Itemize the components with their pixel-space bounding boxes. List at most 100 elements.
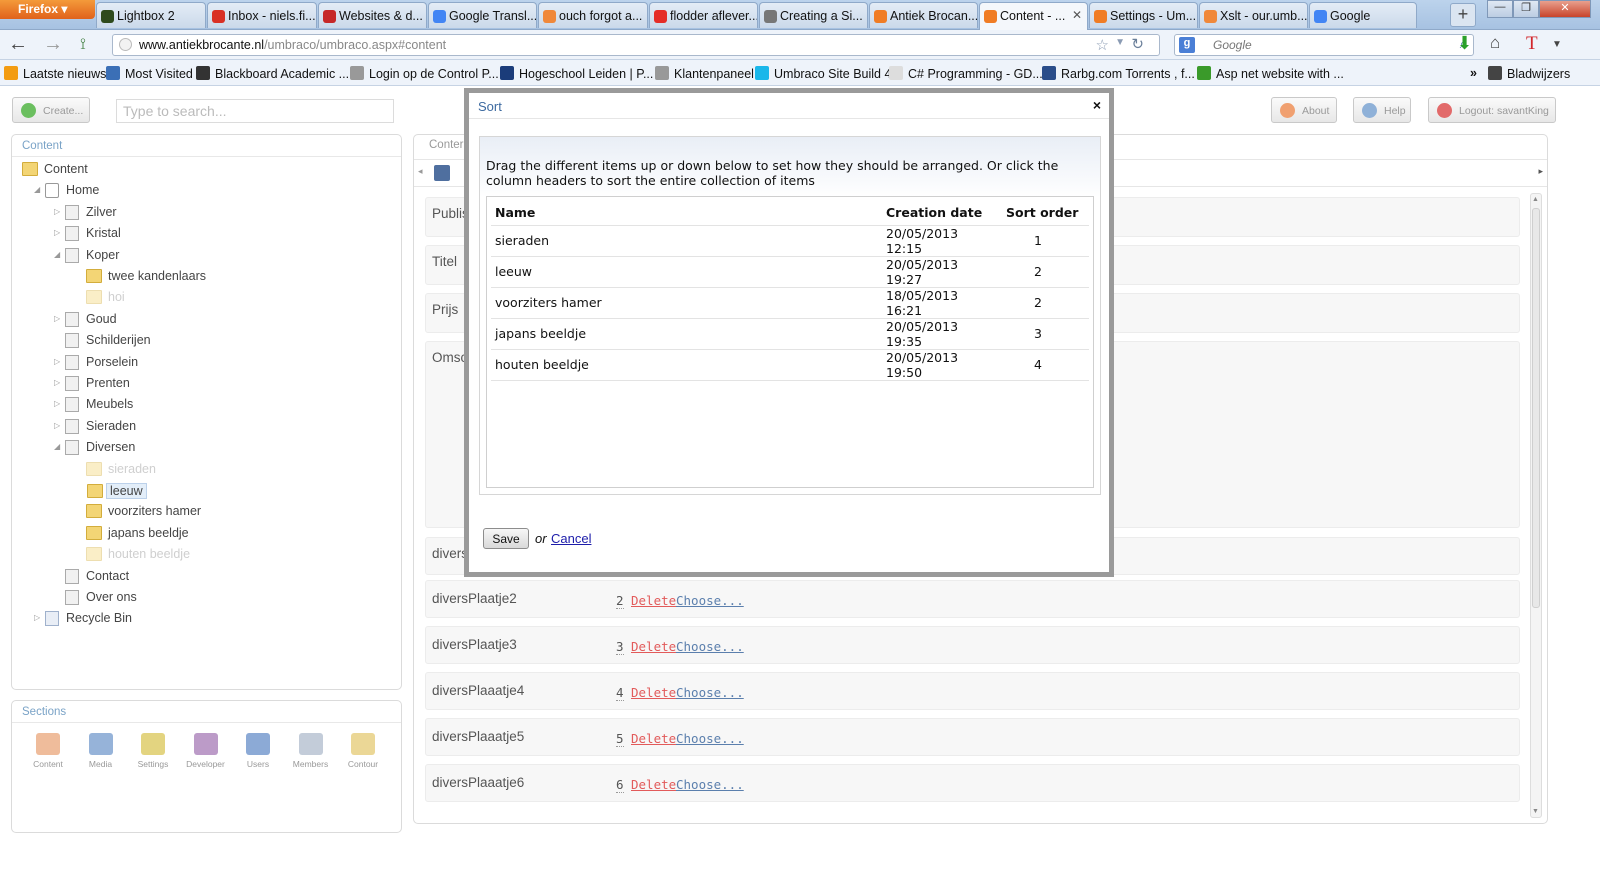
sort-row[interactable]: leeuw 20/05/2013 19:27 2 xyxy=(491,256,1089,288)
browser-tab[interactable]: Content - ... ✕ xyxy=(979,2,1088,30)
collapse-arrow-icon[interactable]: ◢ xyxy=(54,250,60,259)
bookmark-star-icon[interactable]: ☆ xyxy=(1096,36,1109,54)
tree-node[interactable]: ◢ Koper xyxy=(54,247,119,263)
choose-link[interactable]: Choose... xyxy=(676,593,744,608)
tree-node[interactable]: ▷ Meubels xyxy=(54,397,133,413)
choose-link[interactable]: Choose... xyxy=(676,639,744,654)
sort-row[interactable]: voorziters hamer 18/05/2013 16:21 2 xyxy=(491,287,1089,319)
expand-arrow-icon[interactable]: ▷ xyxy=(54,378,60,387)
expand-arrow-icon[interactable]: ▷ xyxy=(54,207,60,216)
bookmark-item[interactable]: Umbraco Site Build 4 xyxy=(755,66,891,81)
tree-node[interactable]: sieraden xyxy=(86,461,156,476)
bookmark-item[interactable]: C# Programming - GD... xyxy=(889,66,1043,81)
browser-tab[interactable]: Creating a Si... xyxy=(759,2,868,28)
sort-row[interactable]: houten beeldje 20/05/2013 19:50 4 xyxy=(491,349,1089,381)
close-dialog-button[interactable]: × xyxy=(1093,97,1101,113)
expand-arrow-icon[interactable]: ▷ xyxy=(54,421,60,430)
logout-button[interactable]: Logout: savantKing xyxy=(1428,97,1556,123)
bookmark-item[interactable]: Blackboard Academic ... xyxy=(196,66,349,81)
site-identity-icon[interactable] xyxy=(119,38,132,51)
scroll-left-icon[interactable]: ◂ xyxy=(418,166,423,177)
delete-link[interactable]: Delete xyxy=(631,731,676,746)
expand-arrow-icon[interactable]: ▷ xyxy=(34,613,40,622)
scroll-right-icon[interactable]: ▸ xyxy=(1538,166,1543,177)
browser-tab[interactable]: ouch forgot a... xyxy=(538,2,648,28)
history-dropdown-icon[interactable]: ▼ xyxy=(1115,37,1125,48)
choose-link[interactable]: Choose... xyxy=(676,777,744,792)
tree-node[interactable]: ▷ Recycle Bin xyxy=(34,611,132,627)
bookmark-item[interactable]: Asp net website with ... xyxy=(1197,66,1344,81)
sort-row[interactable]: japans beeldje 20/05/2013 19:35 3 xyxy=(491,318,1089,350)
addon-t-icon[interactable]: T xyxy=(1526,33,1538,55)
cancel-link[interactable]: Cancel xyxy=(551,531,591,546)
tree-node[interactable]: houten beeldje xyxy=(86,547,190,562)
close-tab-icon[interactable]: ✕ xyxy=(1072,8,1082,22)
delete-link[interactable]: Delete xyxy=(631,685,676,700)
addon-icon[interactable]: ⟟ xyxy=(80,36,86,54)
section-developer[interactable]: Developer xyxy=(180,733,232,769)
search-engine-box[interactable]: g Google ⌕ xyxy=(1174,34,1474,56)
home-icon[interactable]: ⌂ xyxy=(1490,33,1500,53)
bookmark-item[interactable]: Hogeschool Leiden | P... xyxy=(500,66,653,81)
reload-icon[interactable]: ↻ xyxy=(1131,35,1144,53)
save-sort-button[interactable]: Save xyxy=(483,528,529,549)
tree-node[interactable]: ▷ Porselein xyxy=(54,354,138,370)
browser-tab[interactable]: Lightbox 2 xyxy=(96,2,206,28)
bookmark-item[interactable]: Login op de Control P... xyxy=(350,66,499,81)
firefox-menu-button[interactable]: Firefox ▾ xyxy=(0,0,95,19)
delete-link[interactable]: Delete xyxy=(631,777,676,792)
tree-node[interactable]: Over ons xyxy=(65,590,137,605)
forward-icon[interactable]: → xyxy=(43,33,63,56)
tree-node[interactable]: ▷ Zilver xyxy=(54,204,117,220)
section-contour[interactable]: Contour xyxy=(337,733,389,769)
toolbar-menu-icon[interactable]: ▼ xyxy=(1552,39,1562,50)
expand-arrow-icon[interactable]: ▷ xyxy=(54,228,60,237)
tree-node[interactable]: ▷ Sieraden xyxy=(54,418,136,434)
browser-tab[interactable]: Inbox - niels.fi... xyxy=(207,2,317,28)
save-icon[interactable] xyxy=(434,165,450,181)
browser-tab[interactable]: Antiek Brocan... xyxy=(869,2,978,28)
tree-node[interactable]: twee kandenlaars xyxy=(86,269,206,283)
delete-link[interactable]: Delete xyxy=(631,593,676,608)
section-media[interactable]: Media xyxy=(75,733,127,769)
new-tab-button[interactable]: + xyxy=(1450,3,1476,27)
tree-node[interactable]: hoi xyxy=(86,290,125,305)
scrollbar-thumb[interactable] xyxy=(1532,208,1540,608)
bookmark-item[interactable]: Most Visited xyxy=(106,66,193,81)
section-users[interactable]: Users xyxy=(232,733,284,769)
back-icon[interactable]: ← xyxy=(8,33,28,56)
browser-tab[interactable]: Settings - Um... xyxy=(1089,2,1198,28)
bookmark-item[interactable]: Klantenpaneel xyxy=(655,66,754,81)
bookmark-item[interactable]: Rarbg.com Torrents , f... xyxy=(1042,66,1195,81)
column-header-creation-date[interactable]: Creation date xyxy=(882,201,996,226)
umbraco-search-input[interactable]: Type to search... xyxy=(116,99,394,123)
tree-node[interactable]: ◢ Diversen xyxy=(54,440,135,456)
browser-tab[interactable]: Google Transl... xyxy=(428,2,537,28)
tree-node[interactable]: japans beeldje xyxy=(86,525,189,540)
tree-node[interactable]: ▷ Prenten xyxy=(54,376,130,391)
column-header-sort-order[interactable]: Sort order xyxy=(996,201,1089,226)
tree-node[interactable]: leeuw xyxy=(87,483,147,499)
tree-node[interactable]: Content xyxy=(22,162,88,176)
main-tab-label[interactable]: Conter xyxy=(429,139,464,151)
tree-node[interactable]: Contact xyxy=(65,568,129,584)
google-engine-icon[interactable]: g xyxy=(1179,37,1195,53)
tree-node[interactable]: ▷ Kristal xyxy=(54,226,121,242)
browser-tab[interactable]: flodder aflever... xyxy=(649,2,758,28)
column-header-name[interactable]: Name xyxy=(491,201,882,226)
expand-arrow-icon[interactable]: ▷ xyxy=(54,314,60,323)
expand-arrow-icon[interactable]: ▷ xyxy=(54,357,60,366)
url-bar[interactable]: www.antiekbrocante.nl/umbraco/umbraco.as… xyxy=(112,34,1160,56)
scroll-down-icon[interactable]: ▼ xyxy=(1532,808,1539,815)
collapse-arrow-icon[interactable]: ◢ xyxy=(34,185,40,194)
tree-node[interactable]: ▷ Goud xyxy=(54,311,117,327)
sort-row[interactable]: sieraden 20/05/2013 12:15 1 xyxy=(491,225,1089,257)
download-icon[interactable]: ⬇ xyxy=(1457,33,1472,54)
help-button[interactable]: Help xyxy=(1353,97,1411,123)
choose-link[interactable]: Choose... xyxy=(676,731,744,746)
collapse-arrow-icon[interactable]: ◢ xyxy=(54,442,60,451)
tree-node[interactable]: voorziters hamer xyxy=(86,504,201,519)
create-button[interactable]: Create... xyxy=(12,97,90,123)
section-content[interactable]: Content xyxy=(22,733,74,769)
expand-arrow-icon[interactable]: ▷ xyxy=(54,399,60,408)
